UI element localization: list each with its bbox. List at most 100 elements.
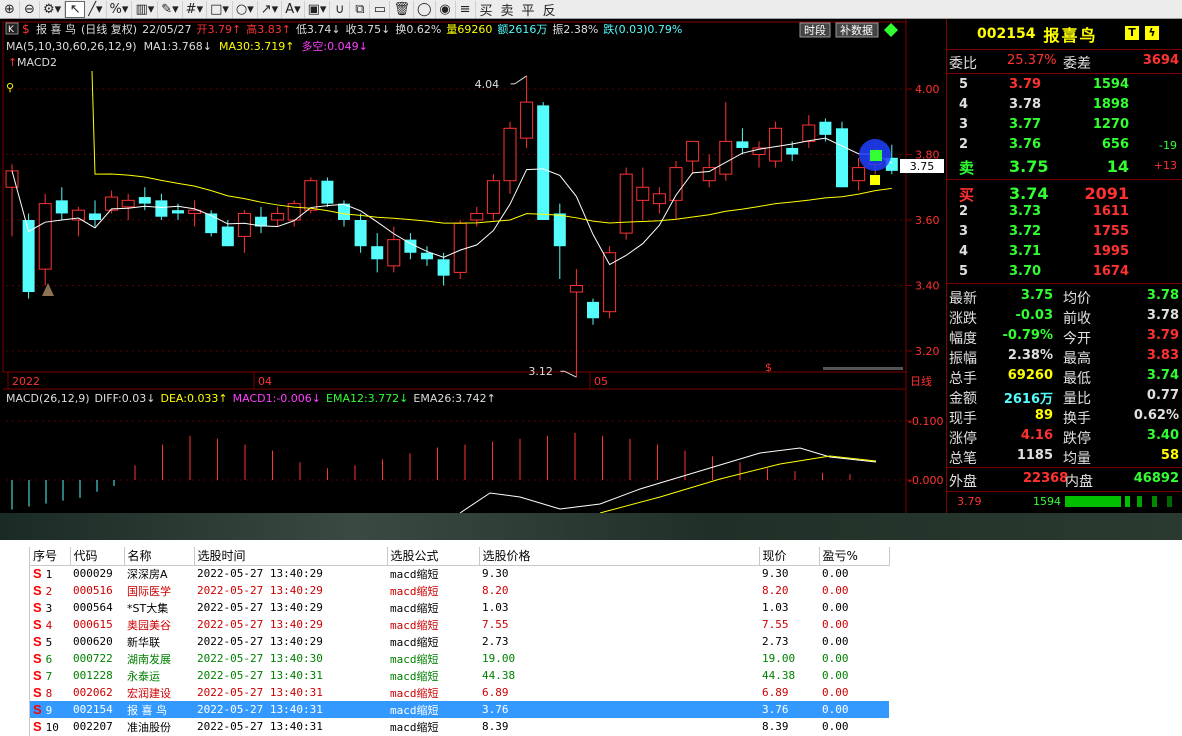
- table-cell: 6.89: [482, 686, 509, 699]
- table-row[interactable]: S 3 000564 *ST大集 2022-05-27 13:40:29 macd缩短 1.…: [30, 599, 889, 616]
- column-header[interactable]: 选股价格: [479, 547, 760, 566]
- buy-level-row: 4 3.71 1995: [959, 244, 1129, 259]
- layers-icon[interactable]: ≡: [456, 0, 476, 18]
- kline-chart[interactable]: K $ 报 喜 鸟 (日线 复权) 22/05/27 开3.79↑ 高3.83↑ 低3.7…: [0, 19, 946, 513]
- tick-price: 3.79: [957, 495, 982, 508]
- stock-picker-table: 序号 代码 名称 选股时间 选股公式 选股价格 现价 盈亏% S 1 000029 深深房A 2022…: [30, 547, 890, 735]
- cursor-icon[interactable]: ↖: [65, 0, 86, 18]
- line-tool-icon[interactable]: ╱▾: [85, 0, 107, 18]
- table-cell: S4: [33, 617, 53, 632]
- column-header[interactable]: 选股公式: [387, 547, 480, 566]
- table-cell: 2022-05-27 13:40:29: [197, 584, 323, 597]
- column-header[interactable]: 名称: [124, 547, 195, 566]
- table-row[interactable]: S 6 000722 湖南发展 2022-05-27 13:40:30 macd缩短 19.…: [30, 650, 889, 667]
- percent-tool-icon[interactable]: %▾: [107, 0, 133, 18]
- text-icon[interactable]: A▾: [282, 0, 305, 18]
- table-cell: 2022-05-27 13:40:31: [197, 669, 323, 682]
- column-header[interactable]: 现价: [759, 547, 820, 566]
- column-header[interactable]: 序号: [30, 547, 71, 566]
- table-row[interactable]: S 2 000516 国际医学 2022-05-27 13:40:29 macd缩短 8.2…: [30, 582, 889, 599]
- table-cell: S8: [33, 685, 53, 700]
- table-cell: 2022-05-27 13:40:31: [197, 720, 323, 733]
- date-tick-label: 04: [258, 375, 272, 388]
- table-cell: 3.76: [479, 701, 759, 718]
- ruler-icon[interactable]: ▥▾: [132, 0, 159, 18]
- t-icon[interactable]: T: [1125, 26, 1139, 40]
- table-cell: *ST大集: [127, 601, 169, 615]
- arrow-icon[interactable]: ↗▾: [258, 0, 283, 18]
- header-close: 收3.75↓: [346, 22, 391, 36]
- buy-level-row: 5 3.70 1674: [959, 264, 1129, 279]
- date-tick-label: 2022: [12, 375, 40, 388]
- stat-row: 总手 69260 最低 3.74: [949, 368, 1179, 387]
- sell-level-row: 4 3.78 1898: [959, 97, 1129, 112]
- buy-level-row: 3 3.72 1755: [959, 224, 1129, 239]
- stock-code: 002154: [977, 26, 1036, 42]
- table-row[interactable]: S 9 002154 报 喜 鸟 2022-05-27 13:40:31 macd缩短 3.…: [30, 701, 889, 718]
- zoom-in-icon[interactable]: ⊕: [0, 0, 20, 18]
- weicha-label: 委差: [1063, 56, 1091, 72]
- table-cell: 0.00: [822, 720, 849, 733]
- stock-picker-table-panel: 序号 代码 名称 选股时间 选股公式 选股价格 现价 盈亏% S 1 000029 深深房A 2022…: [0, 540, 1182, 736]
- neipan-label: 内盘: [1065, 474, 1093, 490]
- hide-icon[interactable]: ◯: [414, 0, 436, 18]
- magnet-icon[interactable]: ∪: [330, 0, 351, 18]
- sell-button[interactable]: 卖: [497, 0, 518, 19]
- reverse-button[interactable]: 反: [539, 0, 560, 19]
- grid-icon[interactable]: #▾: [183, 0, 208, 18]
- table-cell: macd缩短: [390, 601, 439, 615]
- time-period-button[interactable]: 时段: [799, 22, 831, 38]
- gear-icon[interactable]: ⚙▾: [40, 0, 66, 18]
- copy-icon[interactable]: ⧉: [350, 0, 371, 18]
- table-cell: S6: [33, 651, 53, 666]
- buy-button[interactable]: 买: [476, 0, 497, 19]
- table-cell: 002154: [70, 701, 124, 718]
- supplement-data-button[interactable]: 补数据: [835, 22, 879, 38]
- table-cell: 永泰运: [127, 669, 160, 683]
- price-tick-label: 3.20: [915, 345, 940, 358]
- save-icon[interactable]: ▣▾: [305, 0, 331, 18]
- table-cell: 1.03: [482, 601, 509, 614]
- column-header[interactable]: 代码: [70, 547, 125, 566]
- lightning-icon[interactable]: ϟ: [1145, 26, 1159, 40]
- candle: [453, 220, 467, 279]
- macd-label: MACD(26,12,9): [6, 392, 90, 405]
- table-left-gutter: [0, 547, 30, 736]
- candle: [769, 121, 783, 168]
- table-cell: 2022-05-27 13:40:30: [197, 652, 323, 665]
- table-cell: macd缩短: [390, 567, 439, 581]
- low-annotation: 3.12: [528, 365, 553, 378]
- close-position-button[interactable]: 平: [518, 0, 539, 19]
- header-date: 22/05/27: [142, 23, 191, 36]
- pen-icon[interactable]: ✎▾: [158, 0, 183, 18]
- table-row[interactable]: S 8 002062 宏润建设 2022-05-27 13:40:31 macd缩短 6.8…: [30, 684, 889, 701]
- header-volume: 量69260: [446, 23, 492, 36]
- table-cell: 8.20: [762, 584, 789, 597]
- table-cell: 0.00: [822, 635, 849, 648]
- header-low: 低3.74↓: [296, 23, 341, 36]
- table-row[interactable]: S 1 000029 深深房A 2022-05-27 13:40:29 macd缩短 9.3…: [30, 565, 889, 582]
- table-cell: macd缩短: [390, 584, 439, 598]
- eye-icon[interactable]: ◉: [436, 0, 456, 18]
- sell-level-row: 2 3.76 656 -19: [959, 137, 1177, 152]
- date-tick-label: 05: [594, 375, 608, 388]
- column-header[interactable]: 选股时间: [194, 547, 388, 566]
- table-cell: 报 喜 鸟: [124, 701, 194, 718]
- zoom-out-icon[interactable]: ⊖: [20, 0, 40, 18]
- macd-tick-label: -0.100: [908, 415, 943, 428]
- circle-icon[interactable]: ○▾: [233, 0, 258, 18]
- rect-icon[interactable]: □▾: [207, 0, 233, 18]
- column-header[interactable]: 盈亏%: [819, 547, 890, 566]
- table-row[interactable]: S 10 002207 准油股份 2022-05-27 13:40:31 macd缩短 8.…: [30, 718, 889, 735]
- lock-icon[interactable]: ▭: [370, 0, 391, 18]
- stat-row: 涨停 4.16 跌停 3.40: [949, 428, 1179, 447]
- stat-row: 现手 89 换手 0.62%: [949, 408, 1179, 427]
- table-row[interactable]: S 5 000620 新华联 2022-05-27 13:40:29 macd缩短 2.73…: [30, 633, 889, 650]
- candle: [321, 177, 334, 207]
- delete-icon[interactable]: 🗑: [390, 0, 414, 18]
- table-row[interactable]: S 4 000615 奥园美谷 2022-05-27 13:40:29 macd缩短 7.5…: [30, 616, 889, 633]
- table-cell: 8.39: [482, 720, 509, 733]
- table-cell: macd缩短: [387, 701, 479, 718]
- table-row[interactable]: S 7 001228 永泰运 2022-05-27 13:40:31 macd缩短 44.3…: [30, 667, 889, 684]
- table-cell: 8.20: [482, 584, 509, 597]
